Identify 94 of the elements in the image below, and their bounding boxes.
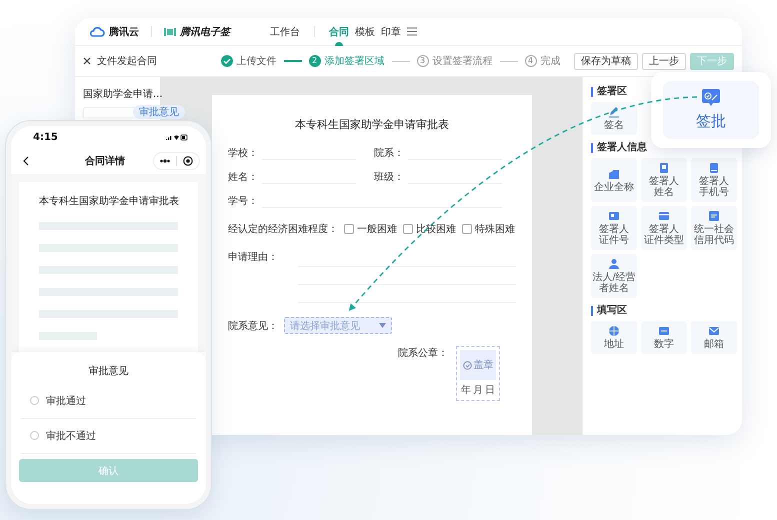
tile-label: 数字 <box>654 339 674 350</box>
field-tile[interactable]: 地址 <box>591 321 637 354</box>
tile-label: 邮箱 <box>704 339 724 350</box>
field-label: 学号： <box>228 195 258 208</box>
step-number: 2 <box>308 55 320 67</box>
globe-icon <box>608 325 620 337</box>
menu-icon[interactable] <box>407 27 417 36</box>
nav-tab[interactable]: 工作台 <box>270 18 300 45</box>
tile-label: 签署人 证件类型 <box>644 224 684 246</box>
field-label: 姓名： <box>228 171 258 184</box>
field-tile[interactable]: 企业全称 <box>591 158 637 202</box>
checkbox[interactable] <box>403 224 413 234</box>
stamp-icon <box>462 360 472 370</box>
field-tile[interactable]: 统一社会 信用代码 <box>691 206 737 250</box>
sheet-title: 审批意见 <box>88 364 130 378</box>
field-tile[interactable]: 签署人 手机号 <box>691 158 737 202</box>
id-card-icon <box>608 210 620 222</box>
option-label: 审批通过 <box>46 394 86 408</box>
step-number: 4 <box>524 55 536 67</box>
card-icon <box>658 210 670 222</box>
signature-bubble-icon <box>701 89 721 108</box>
field-tile[interactable]: 法人/经营 者姓名 <box>591 254 637 298</box>
checkbox[interactable] <box>462 224 472 234</box>
logo-text: 腾讯云 <box>109 26 139 38</box>
page-thumbnail[interactable] <box>83 107 137 117</box>
checkbox-label: 比较困难 <box>416 222 456 236</box>
step-label: 完成 <box>540 54 560 68</box>
tile-label: 签名 <box>604 120 624 131</box>
document-title: 本专科生国家助学金申请审批表 <box>294 117 450 132</box>
document-title: 本专科生国家助学金申请审批表 <box>39 194 178 208</box>
tile-label: 签署人 证件号 <box>599 224 629 246</box>
nav-tab[interactable]: 模板 <box>355 18 375 45</box>
field-tile[interactable]: 签名 <box>591 102 637 135</box>
caret-icon <box>379 323 386 328</box>
field-label: 院系公章： <box>398 346 448 360</box>
more-icon <box>160 159 170 163</box>
field-label: 经认定的经济困难程度： <box>228 222 338 236</box>
field-label: 申请理由： <box>228 252 278 263</box>
toolbar-button[interactable]: 上一步 <box>642 52 686 70</box>
cloud-icon <box>89 26 105 37</box>
step-number: 3 <box>416 55 428 67</box>
nav-tab[interactable]: 印章 <box>381 18 401 45</box>
card-icon <box>658 325 670 337</box>
id-card-icon <box>658 162 670 174</box>
tile-label: 签署人 姓名 <box>649 176 679 198</box>
field-tile[interactable]: 数字 <box>641 321 687 354</box>
field-tile[interactable]: 签署人 证件号 <box>591 206 637 250</box>
phone-icon <box>708 162 720 174</box>
radio-button[interactable] <box>30 396 39 405</box>
pen-icon <box>608 106 620 118</box>
tile-label: 企业全称 <box>594 182 634 192</box>
envelope-icon <box>708 325 720 337</box>
target-icon <box>183 156 193 166</box>
back-icon[interactable] <box>23 156 29 166</box>
date-label: 日 <box>485 384 495 397</box>
field-label: 学校： <box>228 146 258 160</box>
radio-button[interactable] <box>30 431 39 440</box>
field-label: 院系： <box>374 146 404 160</box>
close-icon[interactable] <box>83 57 91 65</box>
field-label: 院系意见： <box>228 320 278 332</box>
seal-label: 盖章 <box>474 358 494 372</box>
status-icons <box>166 134 188 140</box>
field-tile[interactable]: 邮箱 <box>691 321 737 354</box>
person-icon <box>608 258 620 270</box>
screen-title: 合同详情 <box>84 154 126 168</box>
step-label: 添加签署区域 <box>324 54 384 68</box>
field-tile[interactable]: 签署人 证件类型 <box>641 206 687 250</box>
date-label: 年 <box>461 384 471 397</box>
section-heading: 填写区 <box>591 306 736 316</box>
approval-label: 签批 <box>696 112 726 131</box>
document-icon <box>708 210 720 222</box>
tile-label: 地址 <box>604 339 624 350</box>
mini-program-capsule[interactable] <box>153 152 200 170</box>
tile-label: 法人/经营 者姓名 <box>592 272 636 294</box>
tile-label: 统一社会 信用代码 <box>694 224 734 246</box>
toolbar-button[interactable]: 保存为草稿 <box>574 52 638 70</box>
status-time: 4:15 <box>33 132 58 142</box>
product-name: 腾讯电子签 <box>180 26 230 38</box>
field-label: 班级： <box>374 170 404 184</box>
field-tile[interactable]: 签署人 姓名 <box>641 158 687 202</box>
date-label: 月 <box>473 384 483 397</box>
step-label: 设置签署流程 <box>432 54 492 68</box>
logo-mark-icon <box>164 26 176 36</box>
checkbox[interactable] <box>344 224 354 234</box>
approval-tile[interactable]: 签批 <box>663 81 759 139</box>
option-label: 审批不通过 <box>46 430 96 442</box>
page-title: 文件发起合同 <box>97 54 157 68</box>
tile-label: 签署人 手机号 <box>699 176 729 198</box>
thumbnail-tag: 审批意见 <box>133 105 185 119</box>
checkbox-label: 一般困难 <box>357 223 397 236</box>
checkbox-label: 特殊困难 <box>475 222 515 236</box>
step-label: 上传文件 <box>236 54 276 68</box>
file-name[interactable]: 国家助学金申请... <box>83 87 160 101</box>
building-icon <box>608 168 620 180</box>
